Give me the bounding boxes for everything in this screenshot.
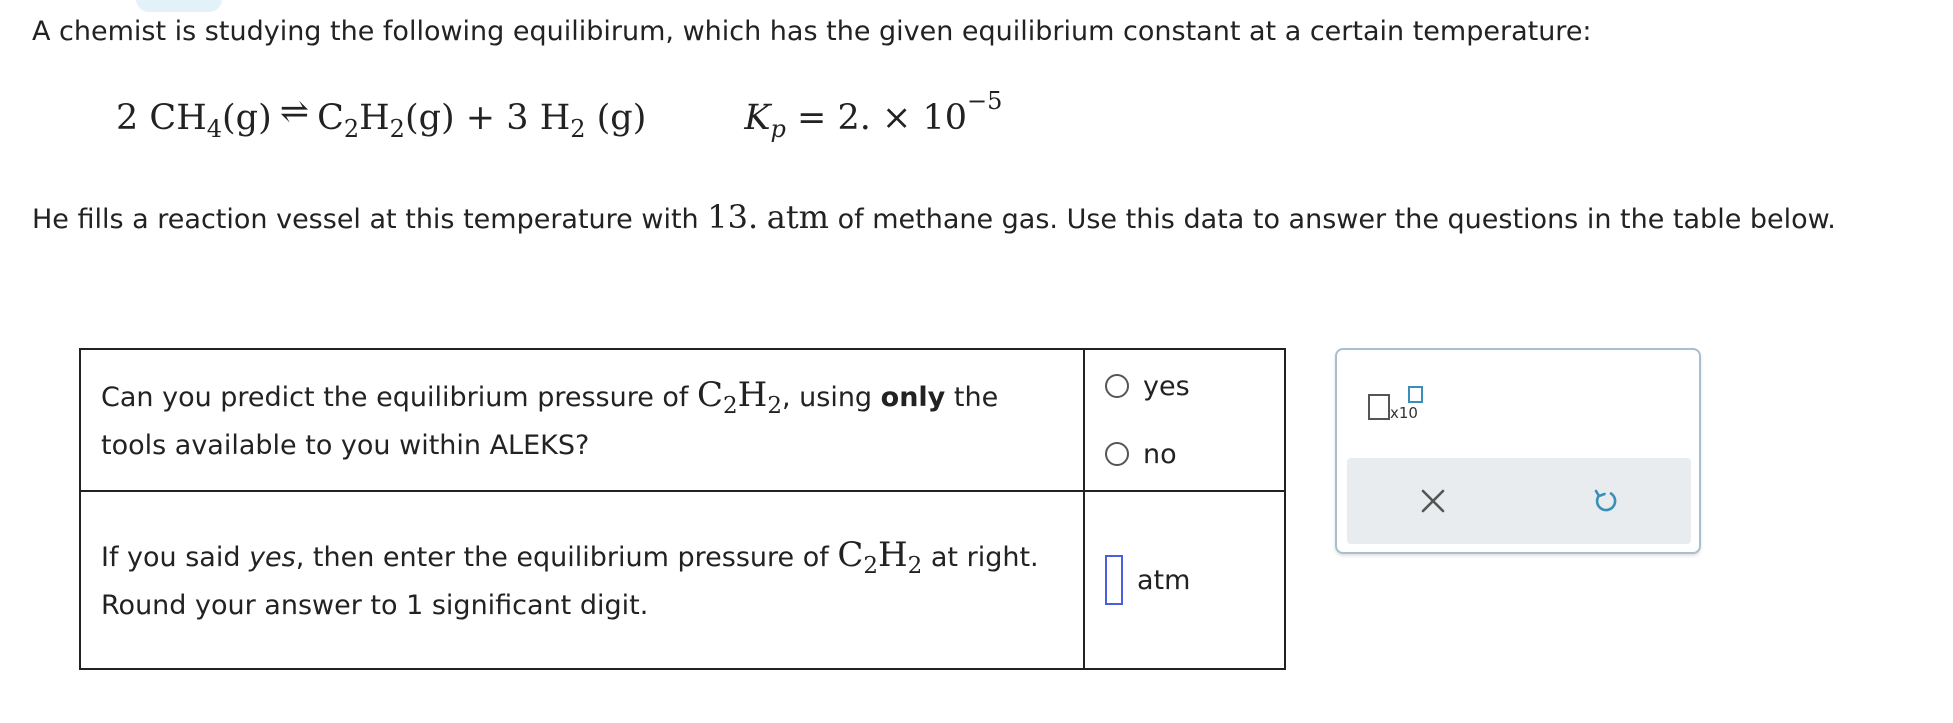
intro-text: A chemist is studying the following equi…: [32, 16, 1592, 47]
equilibrium-arrow-icon: ⇌: [279, 92, 310, 132]
yes-label: yes: [1143, 370, 1190, 402]
question-2-text: If you said yes, then enter the equilibr…: [79, 490, 1085, 670]
scientific-notation-icon[interactable]: x10: [1368, 386, 1423, 426]
product2-formula: H: [539, 98, 571, 138]
q2-italic-yes: yes: [249, 541, 296, 573]
q2-text-part2: , then enter the equilibrium pressure of: [295, 541, 838, 573]
answer-tool-panel: x10: [1335, 348, 1701, 554]
answer-unit: atm: [1137, 564, 1191, 596]
no-label: no: [1143, 438, 1177, 470]
q1-bold-only: only: [880, 381, 946, 413]
q1-text-part1: Can you predict the equilibrium pressure…: [101, 381, 698, 413]
undo-button[interactable]: [1585, 481, 1625, 521]
q2-species-hydrogen: H: [878, 534, 908, 575]
reactant-state: (g): [222, 98, 272, 138]
top-tab[interactable]: [136, 0, 222, 12]
yes-radio-button[interactable]: [1105, 374, 1129, 398]
reactant-subscript: 4: [206, 115, 223, 143]
clear-button[interactable]: [1413, 481, 1453, 521]
pressure-amount: 13.: [707, 198, 759, 236]
pressure-answer-input[interactable]: [1105, 555, 1123, 605]
q1-species-hydrogen-subscript: 2: [767, 392, 782, 419]
k-subscript: p: [770, 115, 786, 143]
pressure-unit: atm: [766, 198, 830, 236]
q2-species-carbon-subscript: 2: [863, 552, 878, 579]
product1-carbon-subscript: 2: [343, 115, 360, 143]
product1-carbon: C: [317, 98, 344, 138]
product1-hydrogen: H: [359, 98, 390, 138]
equilibrium-equation: 2 CH4(g) ⇌ C2H2(g) + 3 H2 (g) Kp = 2. × 10−…: [116, 89, 1002, 158]
product1-hydrogen-subscript: 2: [389, 115, 405, 143]
no-radio-button[interactable]: [1105, 442, 1129, 466]
fills-text-after: of methane gas. Use this data to answer …: [829, 204, 1836, 235]
clear-icon: [1421, 489, 1445, 513]
reactant-coefficient: 2: [116, 98, 139, 138]
product2-state: (g): [596, 98, 647, 138]
option-no[interactable]: no: [1105, 420, 1283, 488]
answer-input-cell: atm: [1083, 490, 1286, 670]
question-1-text: Can you predict the equilibrium pressure…: [79, 348, 1085, 492]
k-symbol: K: [744, 98, 771, 138]
product2-coefficient: 3: [506, 98, 529, 138]
exponent-box-icon: [1408, 386, 1423, 403]
q1-species-carbon-subscript: 2: [723, 392, 738, 419]
table-row: If you said yes, then enter the equilibr…: [79, 490, 1286, 670]
k-exponent: −5: [967, 87, 1003, 115]
problem-statement: He fills a reaction vessel at this tempe…: [32, 198, 1836, 236]
reactant-formula: CH: [149, 98, 207, 138]
question-table: Can you predict the equilibrium pressure…: [79, 348, 1286, 670]
product1-state: (g): [404, 98, 455, 138]
answer-options: yes no: [1083, 348, 1286, 492]
base-box-icon: [1368, 394, 1390, 420]
plus-sign: +: [465, 98, 496, 138]
tool-bar: [1347, 458, 1691, 544]
undo-icon: [1594, 489, 1617, 512]
q2-text-part1: If you said: [101, 541, 250, 573]
product2-subscript: 2: [570, 115, 586, 143]
q2-species-hydrogen-subscript: 2: [907, 552, 923, 579]
q1-species-carbon: C: [697, 374, 724, 415]
q1-text-part2: , using: [781, 381, 881, 413]
q1-species-hydrogen: H: [737, 374, 768, 415]
option-yes[interactable]: yes: [1105, 352, 1283, 420]
x10-label: x10: [1390, 404, 1418, 422]
q2-species-carbon: C: [837, 534, 864, 575]
table-row: Can you predict the equilibrium pressure…: [79, 348, 1286, 492]
fills-text-before: He fills a reaction vessel at this tempe…: [32, 204, 708, 235]
k-value: = 2. × 10: [797, 98, 967, 138]
